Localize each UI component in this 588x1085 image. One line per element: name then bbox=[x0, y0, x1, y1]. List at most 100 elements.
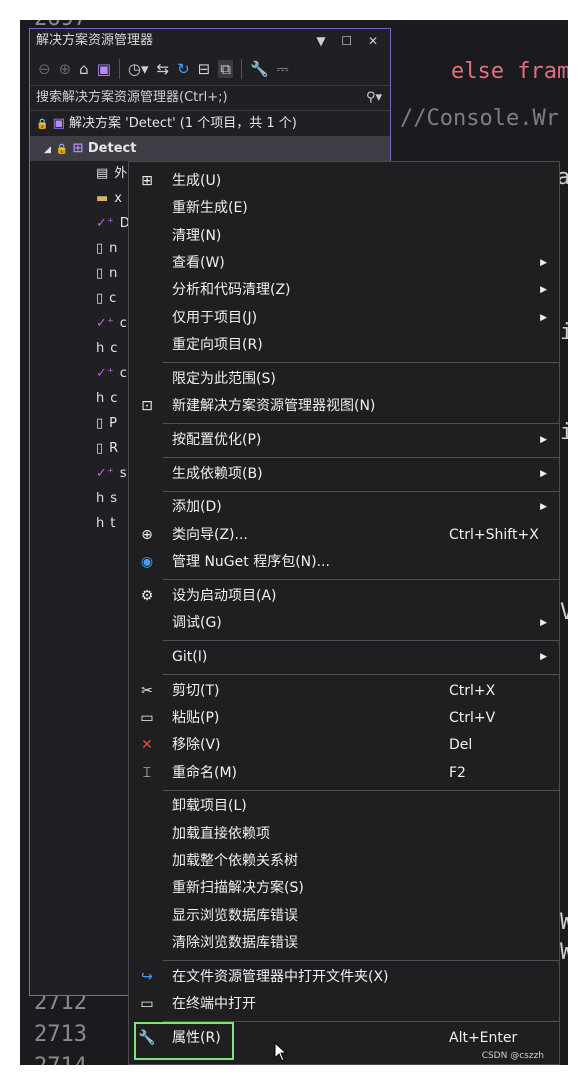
menu-item-label: 按配置优化(P) bbox=[172, 431, 262, 448]
menu-item-shortcut: Ctrl+V bbox=[449, 709, 496, 726]
menu-item-14[interactable]: ⚙ 设为启动项目(A) bbox=[129, 583, 559, 609]
menu-item-12[interactable]: ⊕ 类向导(Z)... Ctrl+Shift+X bbox=[129, 522, 559, 548]
tree-item-label: n bbox=[109, 241, 118, 256]
menu-item-label: 重新生成(E) bbox=[172, 200, 248, 217]
menu-item-label: 添加(D) bbox=[172, 499, 222, 516]
terminal-icon: ▭ bbox=[140, 995, 154, 1012]
line-number: 2714 bbox=[34, 1054, 87, 1065]
refresh-icon[interactable]: ↻ bbox=[177, 60, 190, 78]
menu-item-10[interactable]: 生成依赖项(B) ▶ bbox=[129, 461, 559, 487]
menu-item-20[interactable]: ⌶ 重命名(M) F2 bbox=[129, 760, 559, 786]
menu-item-19[interactable]: ✕ 移除(V) Del bbox=[129, 732, 559, 758]
history-icon[interactable]: ◷▾ bbox=[128, 60, 149, 78]
paste-icon: ▭ bbox=[140, 709, 154, 726]
menu-separator bbox=[163, 457, 559, 458]
menu-item-24[interactable]: 重新扫描解决方案(S) bbox=[129, 875, 559, 901]
header-file-icon: h bbox=[96, 391, 105, 406]
menu-item-label: 加载整个依赖关系树 bbox=[172, 852, 298, 869]
menu-separator bbox=[163, 423, 559, 425]
tree-item-label: s bbox=[110, 491, 118, 506]
menu-item-5[interactable]: 仅用于项目(J) ▶ bbox=[129, 305, 559, 331]
expand-arrow-icon[interactable]: ◢ bbox=[44, 145, 51, 155]
code-line-else: else frameRa bbox=[450, 59, 568, 84]
forward-icon[interactable]: ⊕ bbox=[59, 60, 72, 78]
menu-item-22[interactable]: 加载直接依赖项 bbox=[129, 821, 559, 847]
excluded-file-icon: ▯ bbox=[96, 241, 104, 256]
panel-window-controls[interactable]: ▼ ☐ ✕ bbox=[316, 29, 384, 53]
solution-node[interactable]: 🔒 ▣ 解决方案 'Detect' (1 个项目，共 1 个) bbox=[30, 111, 390, 136]
menu-item-25[interactable]: 显示浏览数据库错误 bbox=[129, 903, 559, 929]
menu-item-27[interactable]: ↪ 在文件资源管理器中打开文件夹(X) bbox=[129, 964, 559, 990]
vs-switch-icon[interactable]: ▣ bbox=[97, 60, 111, 78]
menu-item-23[interactable]: 加载整个依赖关系树 bbox=[129, 848, 559, 874]
rename-icon: ⌶ bbox=[142, 764, 152, 781]
menu-item-label: 清除浏览数据库错误 bbox=[172, 934, 298, 951]
menu-item-label: 在文件资源管理器中打开文件夹(X) bbox=[172, 968, 389, 985]
menu-item-label: 加载直接依赖项 bbox=[172, 825, 270, 842]
menu-item-label: 分析和代码清理(Z) bbox=[172, 282, 291, 299]
tree-item-label: c bbox=[119, 316, 127, 331]
menu-item-label: 查看(W) bbox=[172, 254, 225, 271]
menu-item-16[interactable]: Git(I) ▶ bbox=[129, 644, 559, 670]
show-all-files-icon[interactable]: ⧉ bbox=[218, 60, 233, 78]
open-folder-icon: ↪ bbox=[141, 968, 153, 985]
menu-item-label: 仅用于项目(J) bbox=[172, 309, 258, 326]
menu-item-3[interactable]: 查看(W) ▶ bbox=[129, 250, 559, 276]
properties-wrench-icon[interactable]: 🔧 bbox=[250, 60, 269, 78]
preview-icon[interactable]: ⎓ bbox=[277, 60, 289, 78]
collapse-all-icon[interactable]: ⊟ bbox=[198, 60, 211, 78]
menu-item-2[interactable]: 清理(N) bbox=[129, 223, 559, 249]
menu-item-15[interactable]: 调试(G) ▶ bbox=[129, 610, 559, 636]
remove-icon: ✕ bbox=[141, 737, 153, 754]
submenu-arrow-icon: ▶ bbox=[540, 434, 547, 445]
menu-item-label: 显示浏览数据库错误 bbox=[172, 907, 298, 924]
tree-item-label: n bbox=[109, 266, 118, 281]
menu-item-17[interactable]: ✂ 剪切(T) Ctrl+X bbox=[129, 678, 559, 704]
cpp-file-icon: ✓⁺ bbox=[96, 216, 114, 231]
menu-separator bbox=[163, 579, 559, 581]
search-input[interactable]: 搜索解决方案资源管理器(Ctrl+;) ⚲▾ bbox=[30, 85, 390, 111]
back-icon[interactable]: ⊖ bbox=[38, 60, 51, 78]
home-icon[interactable]: ⌂ bbox=[79, 60, 89, 78]
references-icon: ▤ bbox=[96, 166, 109, 181]
menu-item-11[interactable]: 添加(D) ▶ bbox=[129, 494, 559, 520]
menu-item-9[interactable]: 按配置优化(P) ▶ bbox=[129, 427, 559, 453]
project-node[interactable]: ◢ 🔒 ⊞ Detect bbox=[30, 136, 390, 161]
menu-item-label: 重命名(M) bbox=[172, 764, 238, 781]
tree-item-label: c bbox=[110, 341, 118, 356]
toolbar-separator bbox=[118, 59, 120, 79]
submenu-arrow-icon: ▶ bbox=[540, 651, 547, 662]
search-placeholder: 搜索解决方案资源管理器(Ctrl+;) bbox=[36, 90, 228, 105]
menu-item-28[interactable]: ▭ 在终端中打开 bbox=[129, 991, 559, 1017]
menu-item-8[interactable]: ⊡ 新建解决方案资源管理器视图(N) bbox=[129, 393, 559, 419]
menu-item-21[interactable]: 卸载项目(L) bbox=[129, 793, 559, 819]
menu-item-26[interactable]: 清除浏览数据库错误 bbox=[129, 930, 559, 956]
menu-item-label: 卸载项目(L) bbox=[172, 798, 247, 815]
excluded-file-icon: ▯ bbox=[96, 441, 104, 456]
menu-item-label: 清理(N) bbox=[172, 227, 222, 244]
tree-item-label: t bbox=[110, 516, 116, 531]
tree-item-label: s bbox=[119, 466, 127, 481]
menu-item-1[interactable]: 重新生成(E) bbox=[129, 195, 559, 221]
folder-icon: ▬ bbox=[96, 191, 109, 206]
menu-separator bbox=[163, 362, 559, 364]
code-line-comment: //Console.Wr bbox=[400, 106, 559, 131]
submenu-arrow-icon: ▶ bbox=[540, 468, 547, 479]
tree-item-label: c bbox=[110, 391, 118, 406]
menu-item-label: 设为启动项目(A) bbox=[172, 587, 277, 604]
code-fragment: W bbox=[560, 940, 568, 965]
menu-item-label: 剪切(T) bbox=[172, 682, 220, 699]
search-icon[interactable]: ⚲▾ bbox=[366, 86, 382, 110]
sync-icon[interactable]: ⇆ bbox=[157, 60, 170, 78]
tree-item-label: x bbox=[114, 191, 122, 206]
header-file-icon: h bbox=[96, 341, 105, 356]
menu-item-6[interactable]: 重定向项目(R) bbox=[129, 332, 559, 358]
menu-item-13[interactable]: ◉ 管理 NuGet 程序包(N)... bbox=[129, 549, 559, 575]
cpp-project-icon: ⊞ bbox=[72, 141, 84, 156]
menu-item-18[interactable]: ▭ 粘贴(P) Ctrl+V bbox=[129, 705, 559, 731]
menu-item-4[interactable]: 分析和代码清理(Z) ▶ bbox=[129, 277, 559, 303]
submenu-arrow-icon: ▶ bbox=[540, 285, 547, 296]
menu-item-0[interactable]: ⊞ 生成(U) bbox=[129, 168, 559, 194]
menu-item-7[interactable]: 限定为此范围(S) bbox=[129, 366, 559, 392]
panel-title-bar: 解决方案资源管理器 ▼ ☐ ✕ bbox=[30, 29, 390, 53]
